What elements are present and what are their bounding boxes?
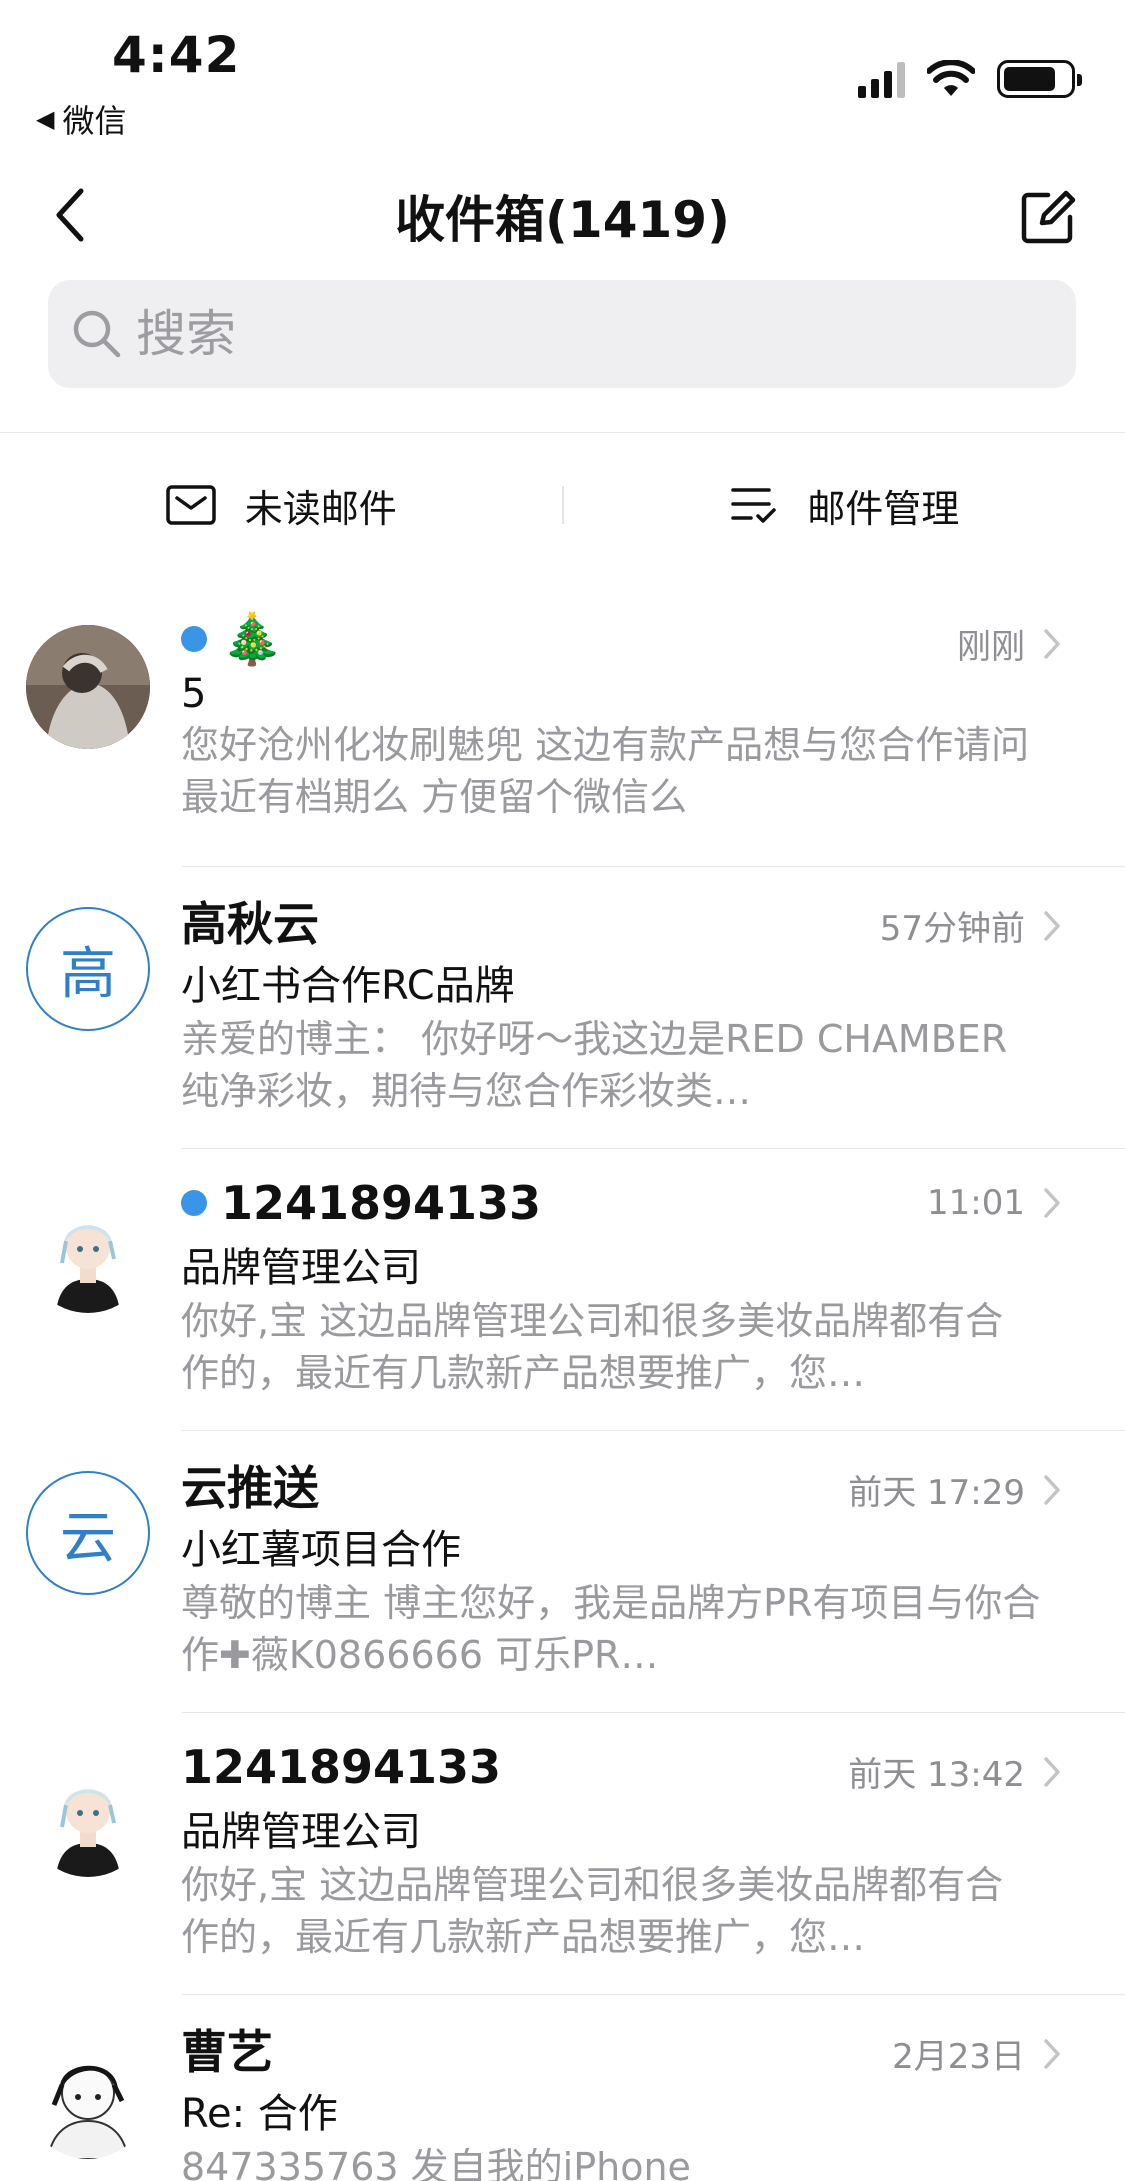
unread-dot <box>181 626 207 652</box>
mail-meta: 前天 17:29 <box>848 1465 1061 1514</box>
avatar <box>26 2035 150 2159</box>
status-time: 4:42 <box>112 26 241 84</box>
unread-mail-label: 未读邮件 <box>244 486 397 531</box>
back-app-label: 微信 <box>62 102 127 140</box>
mail-list: 🎄 刚刚 5 您好沧州化妆刷魅兜 这边有款产品想与您合作请问最近有档期么 方便留… <box>0 585 1125 2181</box>
mail-preview: 亲爱的博主： 你好呀～我这边是RED CHAMBER纯净彩妆，期待与您合作彩妆类… <box>181 1017 1008 1113</box>
chevron-right-icon <box>1044 628 1060 659</box>
mail-sender: 1241894133 <box>181 1740 502 1794</box>
mail-content: 高秋云 57分钟前 小红书合作RC品牌 亲爱的博主： 你好呀～我这边是RED C… <box>181 891 1061 1117</box>
chevron-right-icon <box>1044 1756 1060 1787</box>
back-triangle-icon: ◀ <box>36 105 55 133</box>
compose-button[interactable] <box>1013 182 1083 252</box>
status-bar: 4:42 ◀ 微信 <box>0 0 1125 150</box>
avatar: 高 <box>26 907 150 1031</box>
avatar <box>26 1753 150 1877</box>
wifi-icon <box>927 60 975 96</box>
mail-inbox-screen: 4:42 ◀ 微信 收件箱(1419) 搜索 未读邮件 邮件管理 🎄 刚刚 5 … <box>0 0 1125 2181</box>
mail-list-item[interactable]: 曹艺 2月23日 Re: 合作 847335763 发自我的iPhone <box>0 1995 1125 2181</box>
chevron-right-icon <box>1044 1474 1060 1505</box>
back-to-wechat[interactable]: ◀ 微信 <box>36 96 126 142</box>
avatar <box>26 625 150 749</box>
chevron-right-icon <box>1044 910 1060 941</box>
mail-sender: 高秋云 <box>181 897 319 951</box>
page-title: 收件箱(1419) <box>395 191 730 249</box>
mail-toolbar: 未读邮件 邮件管理 <box>0 445 1125 565</box>
mail-meta: 2月23日 <box>892 2029 1061 2078</box>
mail-time: 前天 17:29 <box>848 1473 1025 1513</box>
mail-preview: 尊敬的博主 博主您好，我是品牌方PR有项目与你合作✚薇K0866666 可乐PR… <box>181 1581 1041 1677</box>
mail-list-item[interactable]: 1241894133 前天 13:42 品牌管理公司 你好,宝 这边品牌管理公司… <box>0 1713 1125 1995</box>
cellular-signal-icon <box>858 60 905 98</box>
mail-content: 曹艺 2月23日 Re: 合作 847335763 发自我的iPhone <box>181 2019 1061 2181</box>
mail-preview: 847335763 发自我的iPhone <box>181 2145 691 2181</box>
mail-manage-label: 邮件管理 <box>807 486 960 531</box>
mail-time: 57分钟前 <box>879 909 1025 949</box>
mail-meta: 刚刚 <box>957 619 1061 668</box>
compose-icon <box>1021 190 1076 244</box>
mail-time: 刚刚 <box>957 627 1025 667</box>
nav-bar: 收件箱(1419) <box>0 160 1125 270</box>
mail-time: 前天 13:42 <box>848 1755 1025 1795</box>
battery-icon <box>997 60 1082 98</box>
mail-subject: 小红书合作RC品牌 <box>181 963 515 1009</box>
chevron-right-icon <box>1044 2038 1060 2069</box>
avatar <box>26 1189 150 1313</box>
mail-sender: 🎄 <box>221 609 284 668</box>
mail-sender: 1241894133 <box>221 1176 542 1230</box>
mail-sender: 云推送 <box>181 1461 319 1515</box>
mail-subject: 品牌管理公司 <box>181 1245 421 1291</box>
list-check-icon <box>731 488 776 523</box>
mail-meta: 57分钟前 <box>880 901 1061 950</box>
mail-list-item[interactable]: 云 云推送 前天 17:29 小红薯项目合作 尊敬的博主 博主您好，我是品牌方P… <box>0 1431 1125 1713</box>
mail-content: 1241894133 11:01 品牌管理公司 你好,宝 这边品牌管理公司和很多… <box>181 1173 1061 1399</box>
mail-subject: 小红薯项目合作 <box>181 1527 461 1573</box>
mail-preview: 你好,宝 这边品牌管理公司和很多美妆品牌都有合作的，最近有几款新产品想要推广，您… <box>181 1863 1004 1959</box>
mail-content: 1241894133 前天 13:42 品牌管理公司 你好,宝 这边品牌管理公司… <box>181 1737 1061 1963</box>
mail-list-item[interactable]: 🎄 刚刚 5 您好沧州化妆刷魅兜 这边有款产品想与您合作请问最近有档期么 方便留… <box>0 585 1125 867</box>
mail-content: 云推送 前天 17:29 小红薯项目合作 尊敬的博主 博主您好，我是品牌方PR有… <box>181 1455 1061 1681</box>
mail-preview: 你好,宝 这边品牌管理公司和很多美妆品牌都有合作的，最近有几款新产品想要推广，您… <box>181 1299 1004 1395</box>
avatar: 云 <box>26 1471 150 1595</box>
mail-meta: 11:01 <box>927 1183 1061 1223</box>
mail-list-item[interactable]: 1241894133 11:01 品牌管理公司 你好,宝 这边品牌管理公司和很多… <box>0 1149 1125 1431</box>
search-bar[interactable] <box>48 280 1076 388</box>
search-icon <box>73 310 121 358</box>
mail-meta: 前天 13:42 <box>848 1747 1061 1796</box>
mail-preview: 您好沧州化妆刷魅兜 这边有款产品想与您合作请问最近有档期么 方便留个微信么 <box>181 723 1030 819</box>
unread-mail-button[interactable]: 未读邮件 <box>0 445 562 565</box>
mail-list-item[interactable]: 高 高秋云 57分钟前 小红书合作RC品牌 亲爱的博主： 你好呀～我这边是RED… <box>0 867 1125 1149</box>
divider <box>0 432 1125 433</box>
mail-time: 11:01 <box>927 1183 1025 1223</box>
mail-subject: 品牌管理公司 <box>181 1809 421 1855</box>
chevron-right-icon <box>1044 1188 1060 1218</box>
sender-row: 🎄 <box>181 609 1061 669</box>
status-icons <box>858 60 1082 98</box>
mail-subject: Re: 合作 <box>181 2091 338 2137</box>
unread-dot <box>181 1190 207 1216</box>
mail-manage-button[interactable]: 邮件管理 <box>564 445 1125 565</box>
search-input[interactable] <box>136 305 936 363</box>
mail-time: 2月23日 <box>892 2037 1025 2077</box>
mail-content: 🎄 刚刚 5 您好沧州化妆刷魅兜 这边有款产品想与您合作请问最近有档期么 方便留… <box>181 609 1061 823</box>
mail-subject: 5 <box>181 671 207 717</box>
envelope-icon <box>165 485 216 525</box>
mail-sender: 曹艺 <box>181 2025 273 2079</box>
